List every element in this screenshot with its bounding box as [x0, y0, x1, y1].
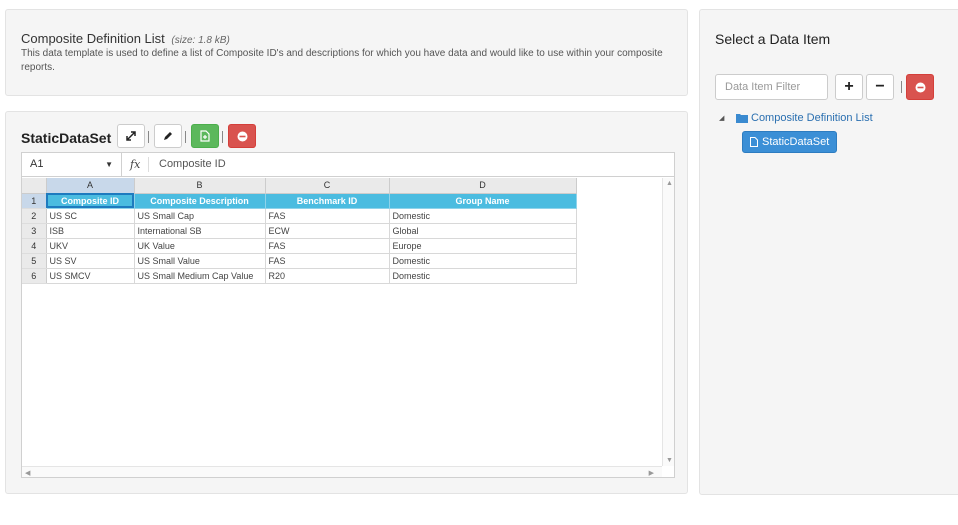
- template-info-panel: Composite Definition List (size: 1.8 kB)…: [5, 9, 688, 96]
- table-cell[interactable]: UK Value: [134, 238, 266, 254]
- spreadsheet[interactable]: A1 ▼ fx Composite ID A B C D 1 Composite…: [21, 152, 675, 478]
- table-cell[interactable]: FAS: [265, 208, 390, 224]
- formula-bar: A1 ▼ fx Composite ID: [22, 153, 674, 177]
- dataset-panel: StaticDataSet A1 ▼ fx Composite ID A B C…: [5, 111, 688, 494]
- table-row: 5 US SV US Small Value FAS Domestic: [22, 253, 577, 269]
- add-item-button[interactable]: +: [835, 74, 863, 100]
- minus-circle-icon: [237, 131, 247, 141]
- tree-folder-label: Composite Definition List: [751, 112, 873, 124]
- pencil-icon: [164, 132, 172, 140]
- toolbar-divider: [901, 81, 902, 93]
- minus-icon: −: [875, 78, 885, 95]
- tree-item-staticdataset[interactable]: StaticDataSet: [742, 131, 838, 153]
- table-cell[interactable]: US SMCV: [46, 268, 135, 284]
- caret-down-icon[interactable]: ▼: [105, 153, 113, 176]
- table-cell[interactable]: US Small Cap: [134, 208, 266, 224]
- table-cell[interactable]: International SB: [134, 223, 266, 239]
- table-header-row: 1 Composite ID Composite Description Ben…: [22, 192, 577, 209]
- header-cell[interactable]: Composite ID: [45, 192, 135, 209]
- row-number[interactable]: 5: [22, 253, 47, 269]
- folder-icon: [736, 114, 748, 123]
- scroll-right-icon[interactable]: ▶: [649, 469, 654, 477]
- formula-divider: [148, 157, 149, 172]
- scroll-down-icon[interactable]: ▼: [666, 457, 673, 464]
- table-row: 3 ISB International SB ECW Global: [22, 223, 577, 239]
- scroll-up-icon[interactable]: ▲: [666, 180, 673, 187]
- edit-button[interactable]: [154, 124, 182, 148]
- table-row: 4 UKV UK Value FAS Europe: [22, 238, 577, 254]
- column-header-row: A B C D: [22, 178, 577, 194]
- dataset-title: StaticDataSet: [21, 130, 112, 146]
- header-cell[interactable]: Benchmark ID: [264, 192, 390, 209]
- remove-item-button[interactable]: −: [866, 74, 894, 100]
- header-cell[interactable]: Composite Description: [133, 192, 266, 209]
- expand-icon: [126, 131, 136, 141]
- tree-item-label: StaticDataSet: [762, 136, 830, 148]
- row-number[interactable]: 6: [22, 268, 47, 284]
- data-item-filter-input[interactable]: [715, 74, 828, 100]
- cell-reference-box[interactable]: A1 ▼: [22, 153, 122, 176]
- formula-input[interactable]: Composite ID: [159, 153, 226, 176]
- function-icon: fx: [130, 158, 141, 171]
- column-header[interactable]: A: [46, 178, 135, 194]
- save-file-icon: [200, 130, 210, 142]
- table-cell[interactable]: Domestic: [389, 253, 577, 269]
- toolbar-divider: [148, 131, 149, 143]
- table-cell[interactable]: US SV: [46, 253, 135, 269]
- select-all-corner[interactable]: [22, 178, 47, 194]
- plus-icon: +: [844, 78, 854, 95]
- template-title: Composite Definition List: [21, 31, 165, 46]
- table-cell[interactable]: US SC: [46, 208, 135, 224]
- scroll-left-icon[interactable]: ◀: [25, 469, 30, 477]
- table-cell[interactable]: R20: [265, 268, 390, 284]
- table-row: 2 US SC US Small Cap FAS Domestic: [22, 208, 577, 224]
- template-description: This data template is used to define a l…: [21, 48, 663, 73]
- delete-button[interactable]: [228, 124, 256, 148]
- tree-folder-composite-definition-list[interactable]: Composite Definition List: [736, 112, 873, 124]
- expand-button[interactable]: [117, 124, 145, 148]
- toolbar-divider: [185, 131, 186, 143]
- table-cell[interactable]: Domestic: [389, 268, 577, 284]
- table-cell[interactable]: FAS: [265, 253, 390, 269]
- table-cell[interactable]: Global: [389, 223, 577, 239]
- collapse-triangle-icon[interactable]: ◢: [719, 114, 724, 122]
- horizontal-scrollbar[interactable]: ◀ ▶: [22, 466, 662, 477]
- file-icon: [750, 137, 758, 147]
- table-cell[interactable]: ISB: [46, 223, 135, 239]
- row-number[interactable]: 2: [22, 208, 47, 224]
- column-header[interactable]: D: [389, 178, 577, 194]
- column-header[interactable]: C: [265, 178, 390, 194]
- row-number[interactable]: 3: [22, 223, 47, 239]
- table-cell[interactable]: US Small Medium Cap Value: [134, 268, 266, 284]
- template-title-line: Composite Definition List (size: 1.8 kB): [21, 31, 230, 46]
- row-number[interactable]: 4: [22, 238, 47, 254]
- row-number[interactable]: 1: [22, 193, 47, 209]
- grid-area: A B C D 1 Composite ID Composite Descrip…: [22, 178, 674, 477]
- table-cell[interactable]: UKV: [46, 238, 135, 254]
- data-item-selector-panel: Select a Data Item + − ◢ Composite Defin…: [699, 9, 958, 495]
- table-cell[interactable]: US Small Value: [134, 253, 266, 269]
- table-cell[interactable]: FAS: [265, 238, 390, 254]
- delete-item-button[interactable]: [906, 74, 934, 100]
- column-header[interactable]: B: [134, 178, 266, 194]
- toolbar-divider: [222, 131, 223, 143]
- table-row: 6 US SMCV US Small Medium Cap Value R20 …: [22, 268, 577, 284]
- cell-reference: A1: [30, 158, 44, 170]
- selector-title: Select a Data Item: [715, 31, 831, 47]
- vertical-scrollbar[interactable]: ▲ ▼: [662, 178, 674, 466]
- data-grid: A B C D 1 Composite ID Composite Descrip…: [22, 178, 577, 284]
- minus-circle-icon: [915, 82, 925, 92]
- template-size: (size: 1.8 kB): [171, 35, 230, 46]
- save-button[interactable]: [191, 124, 219, 148]
- header-cell[interactable]: Group Name: [388, 192, 577, 209]
- table-cell[interactable]: ECW: [265, 223, 390, 239]
- table-cell[interactable]: Europe: [389, 238, 577, 254]
- table-cell[interactable]: Domestic: [389, 208, 577, 224]
